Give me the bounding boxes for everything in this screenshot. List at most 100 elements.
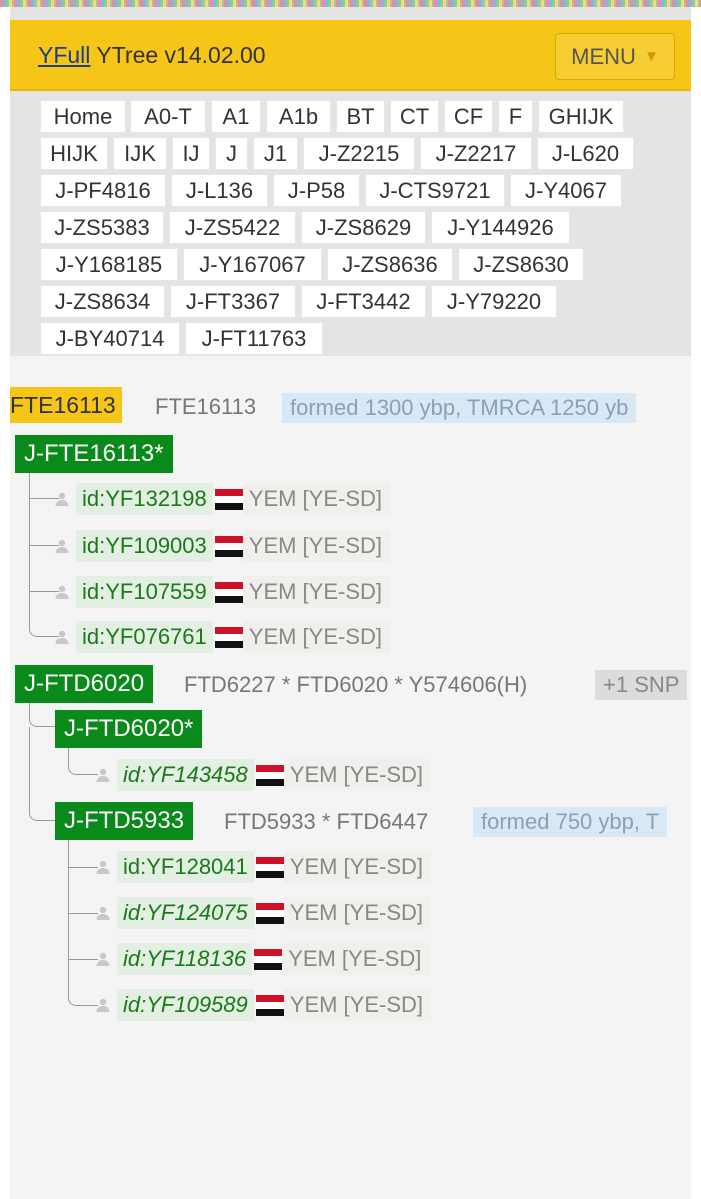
sample-country: YEM [YE-SD] [283,989,432,1021]
yfull-link[interactable]: YFull [38,42,90,68]
ftd5933-snps: FTD5933 * FTD6447 [224,809,429,834]
ftd5933-formed-info: formed 750 ybp, T [473,807,668,837]
tab-a1[interactable]: A1 [211,100,261,133]
yemen-flag-icon [214,535,243,557]
root-snps: FTE16113 [155,394,257,419]
tab-home[interactable]: Home [40,100,126,133]
tree-line [69,867,98,868]
sample-id-link[interactable]: id:YF128041 [117,851,254,883]
tab-a1b[interactable]: A1b [266,100,331,133]
sample-id-link[interactable]: id:YF143458 [117,759,254,791]
sample-row: id:YF107559 YEM [YE-SD] [54,576,391,608]
caret-down-icon: ▼ [643,48,659,65]
menu-button[interactable]: MENU ▼ [555,33,675,80]
yemen-flag-icon [255,994,284,1016]
tab-j-z2215[interactable]: J-Z2215 [303,137,415,170]
menu-label: MENU [571,43,636,69]
tab-bt[interactable]: BT [336,100,385,133]
tab-j-zs8629[interactable]: J-ZS8629 [301,211,426,244]
tab-j-y79220[interactable]: J-Y79220 [431,285,557,318]
yemen-flag-icon [254,948,283,970]
tab-j-zs8634[interactable]: J-ZS8634 [40,285,165,318]
tab-j-zs8630[interactable]: J-ZS8630 [458,248,584,281]
tree-line [29,473,30,607]
tab-j-zs8636[interactable]: J-ZS8636 [327,248,453,281]
tab-j-pf4816[interactable]: J-PF4816 [40,174,166,207]
tab-j-l620[interactable]: J-L620 [537,137,634,170]
sample-country: YEM [YE-SD] [283,759,432,791]
sample-id-link[interactable]: id:YF132198 [76,483,213,515]
tree-corner [29,712,55,727]
sample-row: id:YF132198 YEM [YE-SD] [54,483,391,515]
brand: YFull YTree v14.02.00 [38,42,266,69]
tab-j-by40714[interactable]: J-BY40714 [40,322,180,355]
clade-j-ftd6020-star[interactable]: J-FTD6020* [55,710,203,748]
tree-corner [29,804,55,821]
yemen-flag-icon [255,764,284,786]
sample-id-link[interactable]: id:YF109589 [117,989,254,1021]
tab-j-y144926[interactable]: J-Y144926 [431,211,570,244]
yemen-flag-icon [214,581,243,603]
sample-country: YEM [YE-SD] [283,897,432,929]
sample-row: id:YF076761 YEM [YE-SD] [54,621,391,653]
sample-country: YEM [YE-SD] [282,943,430,975]
tree-line [69,959,98,960]
tab-ij[interactable]: IJ [172,137,210,170]
person-icon [96,952,110,966]
tab-j-y167067[interactable]: J-Y167067 [183,248,322,281]
tree-corner [68,757,98,775]
sample-country: YEM [YE-SD] [283,851,432,883]
tab-j-p58[interactable]: J-P58 [273,174,360,207]
sample-country: YEM [YE-SD] [242,483,391,515]
clade-j-ftd5933[interactable]: J-FTD5933 [55,802,194,840]
person-icon [55,630,69,644]
person-icon [96,768,110,782]
sample-id-link[interactable]: id:YF107559 [76,576,213,608]
tab-j-ft3367[interactable]: J-FT3367 [170,285,296,318]
person-icon [96,906,110,920]
tab-ijk[interactable]: IJK [113,137,167,170]
tab-j-zs5383[interactable]: J-ZS5383 [40,211,164,244]
tab-j-cts9721[interactable]: J-CTS9721 [365,174,505,207]
sample-row: id:YF109589 YEM [YE-SD] [95,989,432,1021]
tab-j1[interactable]: J1 [253,137,298,170]
tab-j[interactable]: J [215,137,248,170]
tab-j-ft11763[interactable]: J-FT11763 [185,322,323,355]
sample-country: YEM [YE-SD] [242,576,391,608]
ftd6020-snps: FTD6227 * FTD6020 * Y574606(H) [184,672,528,697]
tab-j-l136[interactable]: J-L136 [171,174,268,207]
tab-j-z2217[interactable]: J-Z2217 [420,137,532,170]
sample-id-link[interactable]: id:YF076761 [76,621,213,653]
tree-corner [68,979,98,1006]
sample-id-link[interactable]: id:YF124075 [117,897,254,929]
tab-f[interactable]: F [498,100,533,133]
site-header: YFull YTree v14.02.00 MENU ▼ [10,20,691,91]
sample-row: id:YF143458 YEM [YE-SD] [95,759,432,791]
person-icon [96,860,110,874]
person-icon [55,539,69,553]
tab-j-ft3442[interactable]: J-FT3442 [301,285,426,318]
yemen-flag-icon [255,902,284,924]
tab-hijk[interactable]: HIJK [40,137,108,170]
yemen-flag-icon [214,626,243,648]
yemen-flag-icon [255,856,284,878]
tab-j-y4067[interactable]: J-Y4067 [510,174,622,207]
tab-cf[interactable]: CF [444,100,493,133]
brand-title: YTree v14.02.00 [90,42,266,68]
tab-ct[interactable]: CT [390,100,439,133]
tab-j-y168185[interactable]: J-Y168185 [40,248,178,281]
tree-line [69,913,98,914]
tree-line [29,727,30,805]
sample-id-link[interactable]: id:YF118136 [117,943,253,975]
sample-id-link[interactable]: id:YF109003 [76,530,213,562]
clade-j-ftd6020[interactable]: J-FTD6020 [15,665,154,703]
sample-row: id:YF124075 YEM [YE-SD] [95,897,432,929]
tab-j-zs5422[interactable]: J-ZS5422 [169,211,296,244]
person-icon [55,585,69,599]
snp-count-badge[interactable]: +1 SNP [595,670,688,700]
tab-a0-t[interactable]: A0-T [130,100,206,133]
clade-j-fte16113-star[interactable]: J-FTE16113* [15,435,173,473]
sample-row: id:YF109003 YEM [YE-SD] [54,530,391,562]
tab-ghijk[interactable]: GHIJK [538,100,624,133]
root-node[interactable]: FTE16113 [10,387,122,423]
